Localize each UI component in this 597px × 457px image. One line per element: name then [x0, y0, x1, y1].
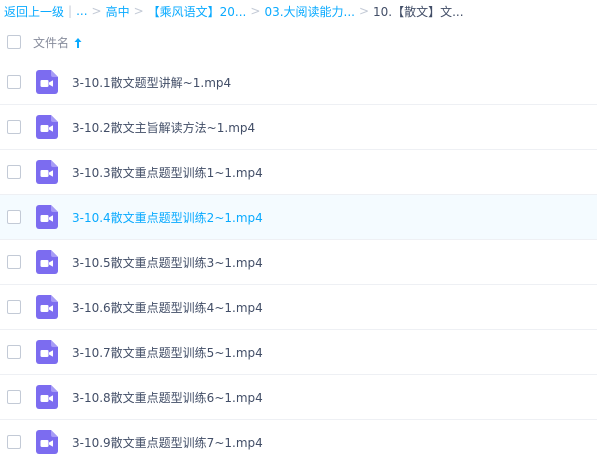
breadcrumb-separator: | — [68, 4, 73, 18]
list-header: 文件名 — [0, 22, 597, 60]
breadcrumb: 返回上一级 | ... > 高中 > 【乘风语文】20... > 03.大阅读能… — [0, 0, 597, 22]
sort-ascending-icon — [74, 37, 82, 48]
row-checkbox[interactable] — [7, 435, 21, 449]
file-row[interactable]: 3-10.4散文重点题型训练2~1.mp4 — [0, 195, 597, 240]
video-file-icon — [36, 160, 58, 184]
file-name[interactable]: 3-10.2散文主旨解读方法~1.mp4 — [72, 119, 255, 136]
file-list: 3-10.1散文题型讲解~1.mp4 3-10.2散文主旨解读方法~1.mp4 … — [0, 60, 597, 457]
file-row[interactable]: 3-10.9散文重点题型训练7~1.mp4 — [0, 420, 597, 457]
breadcrumb-separator: > — [358, 4, 370, 18]
video-file-icon — [36, 295, 58, 319]
video-file-icon — [36, 340, 58, 364]
breadcrumb-current: 10.【散文】文... — [373, 4, 464, 19]
file-name[interactable]: 3-10.5散文重点题型训练3~1.mp4 — [72, 254, 263, 271]
file-name[interactable]: 3-10.7散文重点题型训练5~1.mp4 — [72, 344, 263, 361]
row-checkbox[interactable] — [7, 165, 21, 179]
row-checkbox[interactable] — [7, 75, 21, 89]
select-all-checkbox[interactable] — [7, 35, 21, 49]
video-file-icon — [36, 70, 58, 94]
row-checkbox[interactable] — [7, 300, 21, 314]
row-checkbox[interactable] — [7, 120, 21, 134]
file-name[interactable]: 3-10.4散文重点题型训练2~1.mp4 — [72, 209, 263, 226]
file-row[interactable]: 3-10.5散文重点题型训练3~1.mp4 — [0, 240, 597, 285]
breadcrumb-item[interactable]: 【乘风语文】20... — [148, 3, 247, 20]
file-row[interactable]: 3-10.2散文主旨解读方法~1.mp4 — [0, 105, 597, 150]
file-name[interactable]: 3-10.1散文题型讲解~1.mp4 — [72, 74, 231, 91]
video-file-icon — [36, 430, 58, 454]
file-row[interactable]: 3-10.8散文重点题型训练6~1.mp4 — [0, 375, 597, 420]
row-checkbox[interactable] — [7, 390, 21, 404]
breadcrumb-separator: > — [91, 4, 102, 18]
file-row[interactable]: 3-10.6散文重点题型训练4~1.mp4 — [0, 285, 597, 330]
file-row[interactable]: 3-10.3散文重点题型训练1~1.mp4 — [0, 150, 597, 195]
file-name[interactable]: 3-10.9散文重点题型训练7~1.mp4 — [72, 434, 263, 451]
video-file-icon — [36, 385, 58, 409]
video-file-icon — [36, 205, 58, 229]
back-link[interactable]: 返回上一级 — [0, 3, 64, 20]
row-checkbox[interactable] — [7, 345, 21, 359]
name-column-header[interactable]: 文件名 — [33, 34, 83, 51]
breadcrumb-separator: > — [250, 4, 261, 18]
file-name[interactable]: 3-10.8散文重点题型训练6~1.mp4 — [72, 389, 263, 406]
breadcrumb-separator: > — [133, 4, 144, 18]
breadcrumb-ellipsis[interactable]: ... — [76, 4, 87, 18]
file-name[interactable]: 3-10.6散文重点题型训练4~1.mp4 — [72, 299, 263, 316]
breadcrumb-item[interactable]: 高中 — [106, 3, 130, 20]
row-checkbox[interactable] — [7, 255, 21, 269]
file-row[interactable]: 3-10.7散文重点题型训练5~1.mp4 — [0, 330, 597, 375]
name-column-label: 文件名 — [33, 36, 70, 50]
row-checkbox[interactable] — [7, 210, 21, 224]
file-row[interactable]: 3-10.1散文题型讲解~1.mp4 — [0, 60, 597, 105]
video-file-icon — [36, 250, 58, 274]
file-name[interactable]: 3-10.3散文重点题型训练1~1.mp4 — [72, 164, 263, 181]
breadcrumb-item[interactable]: 03.大阅读能力... — [264, 3, 355, 20]
video-file-icon — [36, 115, 58, 139]
